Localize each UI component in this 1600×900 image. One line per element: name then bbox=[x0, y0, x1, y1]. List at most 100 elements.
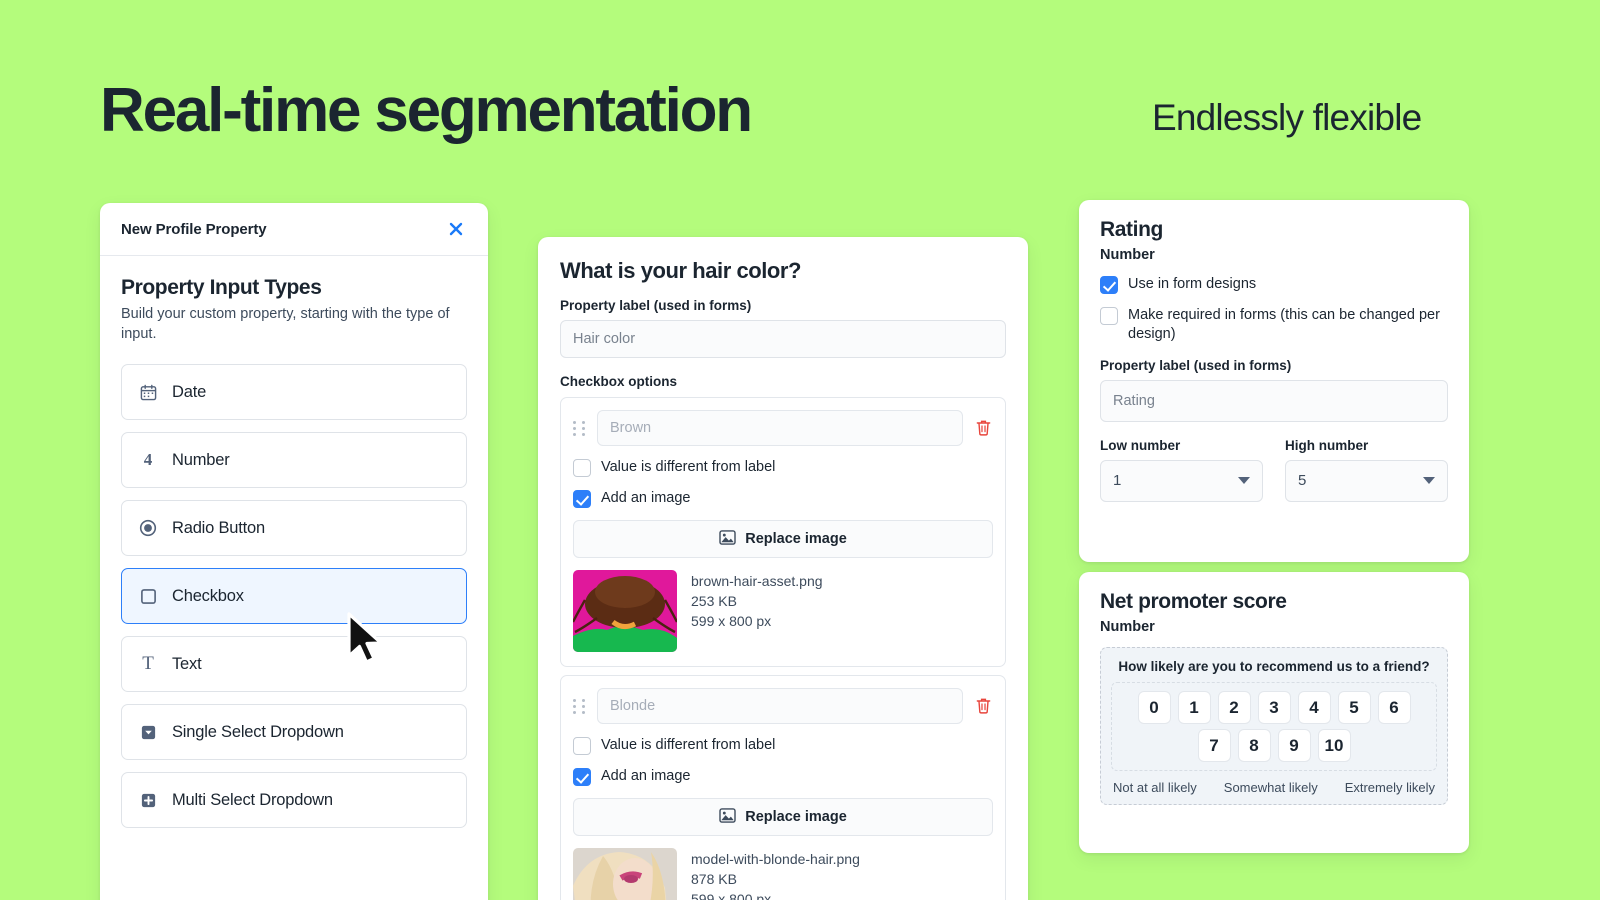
blonde-hair-thumbnail bbox=[573, 848, 677, 900]
sidebar-item-checkbox[interactable]: Checkbox bbox=[121, 568, 467, 624]
nps-score-button[interactable]: 5 bbox=[1337, 691, 1371, 724]
add-image-row: Add an image bbox=[573, 767, 993, 786]
nps-legend-low: Not at all likely bbox=[1113, 780, 1197, 795]
value-differs-checkbox[interactable] bbox=[573, 459, 591, 477]
high-number-group: High number 5 bbox=[1285, 438, 1448, 502]
sidebar-item-label: Radio Button bbox=[172, 518, 265, 537]
image-icon bbox=[719, 529, 736, 549]
property-label-caption: Property label (used in forms) bbox=[560, 298, 752, 313]
chevron-down-icon bbox=[1423, 477, 1435, 485]
close-x-icon[interactable] bbox=[445, 218, 467, 240]
add-image-label: Add an image bbox=[601, 768, 691, 784]
sidebar-item-label: Checkbox bbox=[172, 586, 244, 605]
file-dimensions: 599 x 800 px bbox=[691, 612, 772, 629]
rating-property-panel: Rating Number Use in form designs Make r… bbox=[1079, 200, 1469, 562]
sidebar-item-radio-button[interactable]: Radio Button bbox=[121, 500, 467, 556]
option-block: Brown Value is different from label Add … bbox=[560, 397, 1006, 667]
file-name: model-with-blonde-hair.png bbox=[691, 851, 860, 867]
use-in-form-designs-checkbox[interactable] bbox=[1100, 276, 1118, 294]
sidebar-item-single-select-dropdown[interactable]: Single Select Dropdown bbox=[121, 704, 467, 760]
hair-color-property-panel: What is your hair color? Property label … bbox=[538, 237, 1028, 900]
make-required-checkbox[interactable] bbox=[1100, 307, 1118, 325]
trash-icon[interactable] bbox=[973, 697, 993, 715]
nps-preview: How likely are you to recommend us to a … bbox=[1100, 647, 1448, 805]
low-number-group: Low number 1 bbox=[1100, 438, 1263, 502]
sidebar-item-number[interactable]: 4 Number bbox=[121, 432, 467, 488]
checkbox-options-caption: Checkbox options bbox=[560, 374, 678, 389]
file-row: brown-hair-asset.png 253 KB 599 x 800 px bbox=[573, 570, 993, 652]
value-differs-label: Value is different from label bbox=[601, 459, 776, 475]
replace-image-label: Replace image bbox=[745, 531, 847, 547]
nps-type-label: Number bbox=[1100, 619, 1155, 635]
new-profile-property-modal: New Profile Property Property Input Type… bbox=[100, 203, 488, 900]
option-value-input[interactable]: Blonde bbox=[597, 688, 963, 724]
value-differs-label: Value is different from label bbox=[601, 737, 776, 753]
nps-score-button[interactable]: 1 bbox=[1177, 691, 1211, 724]
nps-score-button[interactable]: 6 bbox=[1377, 691, 1411, 724]
modal-header: New Profile Property bbox=[100, 203, 488, 256]
nps-score-button[interactable]: 10 bbox=[1317, 729, 1351, 762]
add-image-row: Add an image bbox=[573, 489, 993, 508]
secondary-title: Endlessly flexible bbox=[1152, 97, 1422, 138]
file-row: model-with-blonde-hair.png 878 KB 599 x … bbox=[573, 848, 993, 900]
high-number-label: High number bbox=[1285, 437, 1369, 453]
rating-property-label-input[interactable]: Rating bbox=[1100, 379, 1448, 422]
replace-image-button[interactable]: Replace image bbox=[573, 520, 993, 558]
panel-title: What is your hair color? bbox=[560, 258, 802, 283]
low-number-select[interactable]: 1 bbox=[1100, 459, 1263, 502]
rating-panel-body: Rating Number Use in form designs Make r… bbox=[1079, 200, 1469, 502]
sidebar-item-label: Multi Select Dropdown bbox=[172, 790, 333, 809]
number-4-icon: 4 bbox=[143, 450, 153, 469]
checkbox-icon bbox=[138, 588, 158, 605]
sidebar-item-date[interactable]: Date bbox=[121, 364, 467, 420]
file-size: 253 KB bbox=[691, 592, 737, 609]
property-input-types-heading: Property Input Types bbox=[121, 276, 322, 299]
nps-score-button[interactable]: 4 bbox=[1297, 691, 1331, 724]
replace-image-button[interactable]: Replace image bbox=[573, 798, 993, 836]
add-image-checkbox[interactable] bbox=[573, 490, 591, 508]
rating-type-label: Number bbox=[1100, 247, 1155, 263]
nps-score-button[interactable]: 3 bbox=[1257, 691, 1291, 724]
file-dimensions: 599 x 800 px bbox=[691, 890, 772, 900]
nps-score-button[interactable]: 2 bbox=[1217, 691, 1251, 724]
drag-handle-icon[interactable] bbox=[573, 420, 587, 436]
sidebar-item-text[interactable]: T Text bbox=[121, 636, 467, 692]
option-value-input[interactable]: Brown bbox=[597, 410, 963, 446]
low-number-value: 1 bbox=[1113, 472, 1122, 490]
nps-score-button[interactable]: 7 bbox=[1197, 729, 1231, 762]
net-promoter-score-panel: Net promoter score Number How likely are… bbox=[1079, 572, 1469, 853]
high-number-select[interactable]: 5 bbox=[1285, 459, 1448, 502]
sidebar-item-label: Text bbox=[172, 654, 202, 673]
nps-score-row-1: 0 1 2 3 4 5 6 bbox=[1137, 691, 1411, 724]
trash-icon[interactable] bbox=[973, 419, 993, 437]
radio-button-icon bbox=[138, 519, 158, 537]
rating-title: Rating bbox=[1100, 218, 1163, 241]
value-differs-checkbox[interactable] bbox=[573, 737, 591, 755]
high-number-value: 5 bbox=[1298, 472, 1307, 490]
use-in-form-designs-label: Use in form designs bbox=[1128, 276, 1257, 292]
nps-legend: Not at all likely Somewhat likely Extrem… bbox=[1111, 780, 1437, 795]
calendar-icon bbox=[138, 384, 158, 401]
property-label-input[interactable]: Hair color bbox=[560, 320, 1006, 358]
option-block: Blonde Value is different from label Add… bbox=[560, 675, 1006, 900]
nps-score-button[interactable]: 8 bbox=[1237, 729, 1271, 762]
nps-score-button[interactable]: 9 bbox=[1277, 729, 1311, 762]
sidebar-item-multi-select-dropdown[interactable]: Multi Select Dropdown bbox=[121, 772, 467, 828]
brown-hair-thumbnail bbox=[573, 570, 677, 652]
plus-square-icon bbox=[138, 792, 158, 809]
nps-panel-body: Net promoter score Number How likely are… bbox=[1079, 572, 1469, 805]
low-number-label: Low number bbox=[1100, 437, 1181, 453]
modal-title: New Profile Property bbox=[121, 220, 267, 238]
add-image-checkbox[interactable] bbox=[573, 768, 591, 786]
dropdown-caret-icon bbox=[138, 724, 158, 741]
nps-score-button[interactable]: 0 bbox=[1137, 691, 1171, 724]
value-differs-row: Value is different from label bbox=[573, 736, 993, 755]
value-differs-row: Value is different from label bbox=[573, 458, 993, 477]
drag-handle-icon[interactable] bbox=[573, 698, 587, 714]
image-icon bbox=[719, 807, 736, 827]
screenshot-stage: Real-time segmentation Endlessly flexibl… bbox=[0, 0, 1600, 900]
chevron-down-icon bbox=[1238, 477, 1250, 485]
text-t-icon: T bbox=[142, 653, 154, 674]
file-meta: brown-hair-asset.png 253 KB 599 x 800 px bbox=[691, 570, 823, 652]
input-type-list: Date 4 Number Radio Button Checkbox T Te… bbox=[121, 364, 467, 828]
